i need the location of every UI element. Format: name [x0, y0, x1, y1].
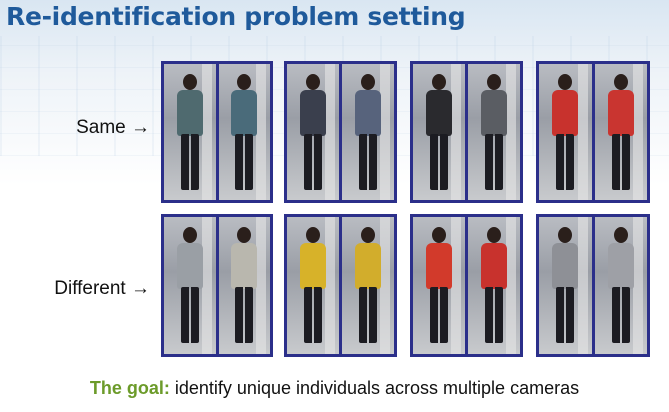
person-legs — [611, 287, 630, 343]
person-torso — [426, 243, 452, 289]
background-pillar — [325, 64, 335, 200]
person-photo-camera-a — [539, 217, 592, 354]
person-photo-camera-a — [287, 64, 339, 200]
person-head — [182, 227, 197, 243]
person-torso — [607, 90, 634, 136]
person-legs — [611, 134, 630, 190]
person-torso — [481, 90, 507, 136]
background-pillar — [577, 217, 588, 354]
person-photo-camera-b — [594, 217, 647, 354]
goal-lead: The goal: — [89, 378, 170, 398]
person-legs — [430, 287, 448, 343]
slide-title: Re-identification problem setting — [6, 2, 466, 31]
person-head — [306, 227, 320, 243]
person-legs — [359, 134, 377, 190]
person-head — [237, 227, 252, 243]
background-pillar — [201, 217, 212, 354]
background-pillar — [201, 64, 212, 200]
person-photo-camera-b — [468, 64, 520, 200]
person-head — [237, 74, 252, 90]
person-legs — [485, 134, 503, 190]
person-head — [361, 227, 375, 243]
person-head — [487, 74, 501, 90]
person-legs — [235, 134, 254, 190]
image-pair-same-3 — [410, 61, 523, 203]
row-label-same: Same → — [76, 117, 150, 138]
person-photo-camera-a — [413, 217, 465, 354]
person-head — [432, 227, 446, 243]
person-head — [182, 74, 197, 90]
person-legs — [304, 134, 322, 190]
person-photo-camera-a — [539, 64, 592, 200]
person-legs — [304, 287, 322, 343]
person-photo-camera-a — [164, 64, 216, 200]
background-pillar — [633, 217, 643, 354]
person-torso — [481, 243, 507, 289]
person-legs — [235, 287, 254, 343]
person-legs — [180, 134, 199, 190]
person-torso — [300, 243, 326, 289]
goal-text: identify unique individuals across multi… — [169, 378, 580, 398]
background-pillar — [506, 64, 516, 200]
background-pillar — [256, 217, 266, 354]
background-pillar — [451, 64, 461, 200]
background-pillar — [325, 217, 335, 354]
person-photo-camera-b — [342, 64, 394, 200]
person-photo-camera-a — [287, 217, 339, 354]
image-pair-same-2 — [284, 61, 397, 203]
person-torso — [355, 243, 381, 289]
person-photo-camera-a — [413, 64, 465, 200]
person-head — [558, 74, 573, 90]
person-legs — [556, 287, 575, 343]
person-torso — [426, 90, 452, 136]
person-photo-camera-b — [218, 64, 270, 200]
person-torso — [231, 90, 258, 136]
person-torso — [176, 90, 203, 136]
person-legs — [556, 134, 575, 190]
person-photo-camera-b — [594, 64, 647, 200]
goal-caption: The goal: identify unique individuals ac… — [0, 378, 669, 399]
person-torso — [300, 90, 326, 136]
background-pillar — [506, 217, 516, 354]
background-pillar — [577, 64, 588, 200]
image-pair-different-3 — [410, 214, 523, 357]
person-head — [306, 74, 320, 90]
person-torso — [552, 90, 579, 136]
person-head — [558, 227, 573, 243]
person-head — [432, 74, 446, 90]
image-pair-same-4 — [536, 61, 650, 203]
person-photo-camera-a — [164, 217, 216, 354]
person-torso — [176, 243, 203, 289]
person-legs — [430, 134, 448, 190]
person-legs — [359, 287, 377, 343]
background-pillar — [380, 217, 390, 354]
background-pillar — [451, 217, 461, 354]
person-head — [487, 227, 501, 243]
row-label-different: Different → — [54, 278, 150, 299]
image-pair-different-2 — [284, 214, 397, 357]
person-torso — [607, 243, 634, 289]
background-pillar — [380, 64, 390, 200]
person-head — [361, 74, 375, 90]
background-pillar — [256, 64, 266, 200]
background-pillar — [633, 64, 643, 200]
image-pair-different-1 — [161, 214, 273, 357]
person-legs — [180, 287, 199, 343]
image-pair-same-1 — [161, 61, 273, 203]
person-torso — [231, 243, 258, 289]
image-pair-different-4 — [536, 214, 650, 357]
person-photo-camera-b — [342, 217, 394, 354]
person-torso — [355, 90, 381, 136]
person-head — [613, 227, 628, 243]
person-head — [613, 74, 628, 90]
person-photo-camera-b — [218, 217, 270, 354]
person-torso — [552, 243, 579, 289]
person-photo-camera-b — [468, 217, 520, 354]
person-legs — [485, 287, 503, 343]
